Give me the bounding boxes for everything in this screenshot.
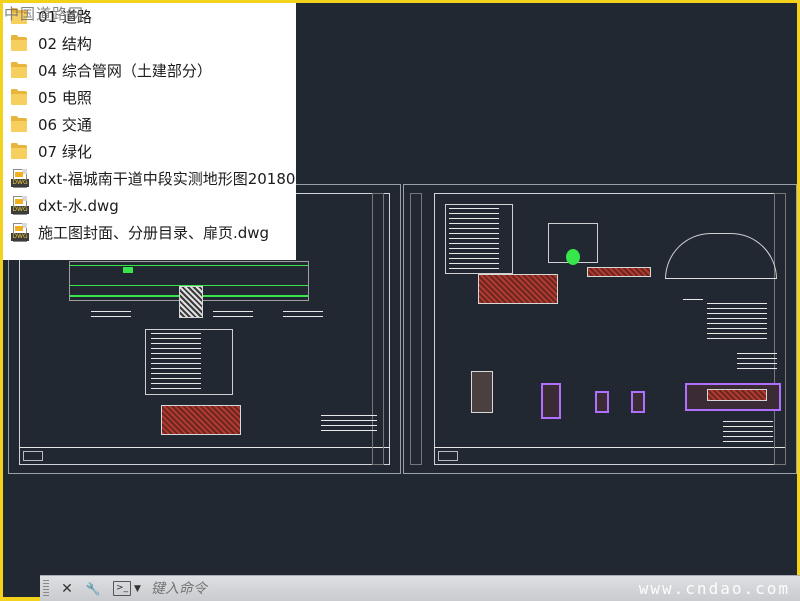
prompt-icon: >_ [113,581,131,596]
file-item-terrain-dwg[interactable]: DWG dxt-福城南干道中段实测地形图201804 [3,165,296,192]
file-item-02-structure[interactable]: 02 结构 [3,30,296,57]
folder-icon [11,61,31,81]
folder-icon [11,115,31,135]
file-name: dxt-水.dwg [38,197,119,215]
wall-table-text [737,353,777,369]
pipe-section-3 [595,391,609,413]
folder-icon [11,88,31,108]
pipe-section-4 [631,391,645,413]
folder-icon [11,34,31,54]
wrench-icon[interactable]: 🔧 [83,579,103,599]
file-item-06-traffic[interactable]: 06 交通 [3,111,296,138]
planting-strip-detail [587,267,651,277]
annotation-text [213,311,253,319]
pipe-section-2 [541,383,561,419]
command-input[interactable] [148,579,453,598]
wall-fill [707,389,767,401]
command-history-button[interactable]: >_ ▼ [113,581,141,596]
watermark-bottom-right: www.cndao.com [638,579,790,598]
annotation-text [283,311,323,319]
file-item-cover-dwg[interactable]: DWG 施工图封面、分册目录、扉页.dwg [3,219,296,246]
side-strip [410,193,422,465]
retaining-wall-detail [478,274,558,304]
file-item-07-greening[interactable]: 07 绿化 [3,138,296,165]
command-line-bar: ✕ 🔧 >_ ▼ www.cndao.com [40,575,800,601]
file-item-water-dwg[interactable]: DWG dxt-水.dwg [3,192,296,219]
file-item-05-lighting[interactable]: 05 电照 [3,84,296,111]
file-item-04-pipe-network[interactable]: 04 综合管网（土建部分） [3,57,296,84]
title-block-line [434,447,786,448]
dwg-file-icon: DWG [11,222,31,243]
file-name: 06 交通 [38,116,92,134]
arch-notes [707,303,767,339]
vegetation-mark [123,267,133,273]
file-list-panel: 01 道路 02 结构 04 综合管网（土建部分） 05 电照 06 交通 07… [3,3,296,260]
layer-table-text [449,208,499,270]
dwg-file-icon: DWG [11,168,31,189]
tree-symbol [566,249,580,265]
file-name: 02 结构 [38,35,92,53]
file-name: 04 综合管网（土建部分） [38,62,212,80]
arch-title-text [683,299,703,304]
close-icon[interactable]: ✕ [57,579,77,599]
title-block-logo [438,451,458,461]
drag-grip-handle[interactable] [43,579,49,598]
file-name: 施工图封面、分册目录、扉页.dwg [38,224,270,242]
title-block-line [19,447,390,448]
side-strip-right [774,193,786,465]
title-block-logo [23,451,43,461]
wall-notes [723,421,773,445]
annotation-text [91,311,131,319]
file-name: dxt-福城南干道中段实测地形图201804 [38,170,296,188]
file-name: 05 电照 [38,89,92,107]
center-foundation [179,286,203,318]
folder-icon [11,142,31,162]
pavement-layer-detail [161,405,241,435]
pipe-section-1 [471,371,493,413]
file-name: 07 绿化 [38,143,92,161]
chevron-down-icon: ▼ [134,583,141,594]
layer-table-text [151,333,201,391]
dwg-file-icon: DWG [11,195,31,216]
watermark-top-left: 中国道路网 [4,5,85,23]
notes-text [321,415,377,433]
